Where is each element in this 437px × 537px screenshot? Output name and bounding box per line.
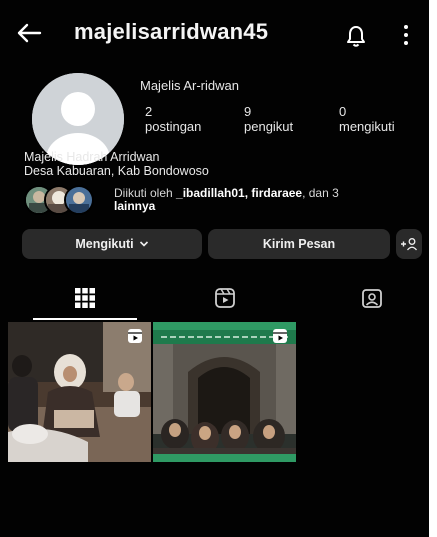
profile-tabs: [0, 276, 429, 322]
mutual-followers[interactable]: Diikuti oleh _ibadillah01, firdaraee, da…: [24, 185, 424, 215]
followed-by-text: Diikuti oleh _ibadillah01, firdaraee, da…: [114, 187, 414, 213]
active-tab-indicator: [33, 318, 137, 320]
profile-bio: Majelis Hadrah Arridwan Desa Kabuaran, K…: [24, 150, 209, 178]
add-person-icon: [401, 238, 418, 251]
screen-edge: [429, 0, 437, 537]
more-vertical-icon[interactable]: [402, 24, 410, 46]
followed-by-suffix: , dan 3: [302, 186, 339, 200]
stat-followers-label: pengikut: [244, 119, 294, 134]
followed-by-others: lainnya: [114, 199, 156, 213]
mutual-avatar-3: [64, 185, 94, 215]
stat-followers[interactable]: 9 pengikut: [244, 104, 293, 134]
post-thumbnail-1[interactable]: [8, 322, 151, 462]
profile-header: majelisarridwan45: [0, 0, 429, 72]
reel-icon: [273, 329, 287, 343]
followed-by-prefix: Diikuti oleh: [114, 186, 177, 200]
stat-following-count: 0: [339, 104, 347, 119]
stat-posts-label: postingan: [145, 119, 202, 134]
display-name: Majelis Ar-ridwan: [140, 78, 239, 93]
send-message-button[interactable]: Kirim Pesan: [208, 229, 390, 259]
bell-icon[interactable]: [345, 24, 367, 48]
following-button-label: Mengikuti: [75, 237, 134, 251]
following-button[interactable]: Mengikuti: [22, 229, 202, 259]
followed-by-names: _ibadillah01, firdaraee: [176, 186, 303, 200]
post-thumbnail-2[interactable]: [153, 322, 296, 462]
profile-username: majelisarridwan45: [74, 19, 269, 44]
bio-line-1: Majelis Hadrah Arridwan: [24, 150, 160, 164]
suggested-users-button[interactable]: [396, 229, 422, 259]
tab-posts-grid[interactable]: [25, 276, 145, 320]
grid-icon: [75, 288, 95, 308]
send-message-label: Kirim Pesan: [262, 237, 336, 251]
stat-posts-count: 2: [145, 104, 153, 119]
stat-following[interactable]: 0 mengikuti: [339, 104, 395, 134]
stat-following-label: mengikuti: [339, 119, 395, 134]
bio-line-2: Desa Kabuaran, Kab Bondowoso: [24, 164, 209, 178]
tab-tagged[interactable]: [312, 276, 432, 320]
back-arrow-icon[interactable]: [16, 20, 42, 46]
reel-icon: [128, 329, 142, 343]
stat-posts[interactable]: 2 postingan: [145, 104, 201, 134]
tagged-icon: [362, 289, 382, 308]
tab-reels[interactable]: [165, 276, 285, 320]
app-frame: majelisarridwan45 Majelis Ar-ridwan 2 po…: [0, 0, 437, 537]
stat-followers-count: 9: [244, 104, 252, 119]
reels-icon: [215, 288, 235, 308]
chevron-down-icon: [139, 241, 148, 247]
